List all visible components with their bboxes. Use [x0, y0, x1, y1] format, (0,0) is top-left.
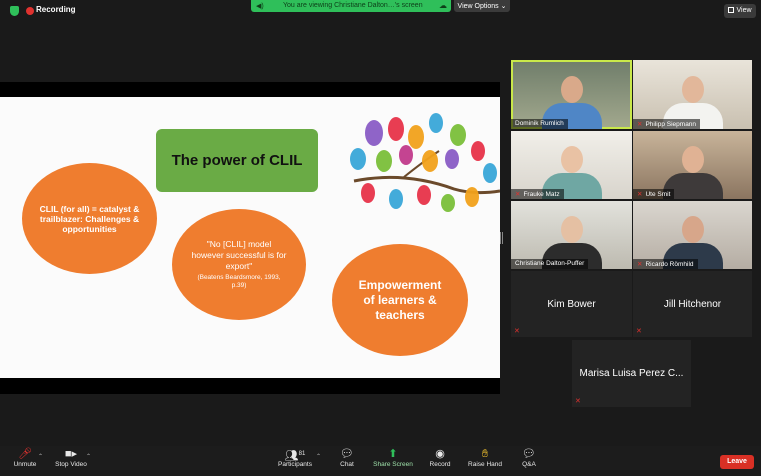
- audio-options-chevron-icon[interactable]: ⌃: [38, 453, 43, 460]
- record-label: Record: [429, 461, 451, 468]
- share-screen-icon: ⬆: [388, 448, 398, 460]
- record-icon: ◉: [435, 448, 445, 460]
- participant-name: Kim Bower: [547, 298, 596, 310]
- speaker-icon: ◀): [256, 3, 264, 10]
- participants-icon: 👥︎81: [284, 450, 306, 462]
- participant-tile[interactable]: ✕ Philipp Siepmann: [633, 60, 752, 129]
- mic-muted-icon: ✕: [514, 328, 520, 335]
- raise-hand-button[interactable]: ✋︎ Raise Hand: [466, 448, 504, 468]
- participant-head: [681, 76, 704, 103]
- stop-video-button[interactable]: ■▸ Stop Video: [52, 448, 90, 468]
- participant-head: [681, 216, 704, 243]
- participant-name: ✕ Philipp Siepmann: [633, 119, 701, 129]
- recording-icon: [26, 7, 34, 15]
- oval-clil-catalyst: CLIL (for all) = catalyst & trailblazer:…: [22, 163, 157, 274]
- security-shield-icon[interactable]: [10, 6, 19, 16]
- participant-head: [560, 216, 583, 243]
- participant-name: Dominik Rumlich: [511, 119, 568, 129]
- oval-quote: "No [CLIL] model however successful is f…: [172, 209, 306, 320]
- oval-empowerment-text: Empowerment of learners & teachers: [358, 277, 442, 322]
- participant-tile[interactable]: Kim Bower ✕: [511, 271, 632, 337]
- view-button[interactable]: View: [724, 4, 756, 18]
- hands-tree-illustration: [350, 113, 500, 212]
- mic-muted-icon: ✕: [636, 328, 642, 335]
- meeting-toolbar: 🎤︎ Unmute ⌃ ■▸ Stop Video ⌃ 👥︎81 Partici…: [0, 446, 761, 476]
- participant-tile[interactable]: ✕ Ute Smit: [633, 131, 752, 199]
- participant-tile[interactable]: Jill Hitchenor ✕: [633, 271, 752, 337]
- qa-label: Q&A: [522, 461, 536, 468]
- unmute-button[interactable]: 🎤︎ Unmute: [10, 448, 40, 468]
- participant-head: [560, 76, 583, 103]
- participant-name: ✕ Ricardo Römhild: [633, 259, 698, 269]
- grid-view-icon: [728, 7, 735, 13]
- participant-name: Marisa Luisa Perez C...: [579, 368, 684, 379]
- record-button[interactable]: ◉ Record: [426, 448, 454, 468]
- participant-head: [681, 146, 704, 173]
- top-bar: Recording ◀) You are viewing Christiane …: [0, 0, 761, 22]
- participant-tile[interactable]: ✕ Frauke Matz: [511, 131, 632, 199]
- participant-tile[interactable]: Dominik Rumlich: [511, 60, 632, 129]
- participant-name: ✕ Ute Smit: [633, 189, 675, 199]
- mic-muted-icon: ✕: [515, 191, 521, 198]
- video-options-chevron-icon[interactable]: ⌃: [86, 453, 91, 460]
- recording-label: Recording: [36, 5, 76, 14]
- participants-label: Participants: [278, 461, 312, 468]
- share-screen-label: Share Screen: [373, 461, 413, 468]
- participant-name: Christiane Dalton-Puffer: [511, 259, 589, 269]
- video-camera-icon: ■▸: [64, 448, 78, 460]
- oval-empowerment: Empowerment of learners & teachers: [332, 244, 468, 356]
- screen-share-banner: ◀) You are viewing Christiane Dalton…'s …: [251, 0, 451, 12]
- raise-hand-icon: ✋︎: [481, 448, 489, 460]
- qa-icon: 💬︎: [522, 448, 536, 460]
- mic-muted-icon: ✕: [637, 191, 643, 198]
- chat-button[interactable]: 💬︎ Chat: [334, 448, 360, 468]
- mic-muted-icon: 🎤︎: [18, 448, 32, 460]
- chat-bubble-icon: 💬︎: [340, 448, 354, 460]
- participant-count: 81: [298, 451, 306, 457]
- participant-tile[interactable]: Marisa Luisa Perez C... ✕: [572, 340, 691, 407]
- participants-options-chevron-icon[interactable]: ⌃: [316, 453, 321, 460]
- panel-resize-handle[interactable]: [500, 232, 503, 244]
- participants-button[interactable]: 👥︎81 Participants: [275, 448, 315, 468]
- oval-quote-citation: (Beatens Beardsmore, 1993, p.39): [197, 274, 281, 289]
- view-options-button[interactable]: View Options ⌄: [454, 0, 510, 12]
- unmute-label: Unmute: [13, 461, 37, 468]
- oval-clil-catalyst-text: CLIL (for all) = catalyst & trailblazer:…: [39, 203, 140, 234]
- stop-video-label: Stop Video: [55, 461, 87, 468]
- raise-hand-label: Raise Hand: [468, 461, 502, 468]
- chat-label: Chat: [340, 461, 354, 468]
- cloud-icon: ☁: [439, 1, 447, 10]
- view-label: View: [736, 7, 752, 14]
- participant-name: ✕ Frauke Matz: [511, 189, 564, 199]
- participant-head: [560, 146, 583, 173]
- share-screen-button[interactable]: ⬆ Share Screen: [370, 448, 416, 468]
- share-banner-text: You are viewing Christiane Dalton…'s scr…: [283, 2, 423, 9]
- oval-quote-text: "No [CLIL] model however successful is f…: [191, 239, 287, 271]
- qa-button[interactable]: 💬︎ Q&A: [518, 448, 540, 468]
- presentation-slide: The power of CLIL CLIL (for all) = catal…: [0, 97, 500, 378]
- mic-muted-icon: ✕: [637, 121, 643, 128]
- participant-tile[interactable]: ✕ Ricardo Römhild: [633, 201, 752, 269]
- leave-button[interactable]: Leave: [720, 455, 754, 469]
- mic-muted-icon: ✕: [637, 261, 643, 268]
- participant-name: Jill Hitchenor: [663, 298, 722, 310]
- participant-tile[interactable]: Christiane Dalton-Puffer: [511, 201, 632, 269]
- slide-title-box: The power of CLIL: [156, 129, 318, 192]
- mic-muted-icon: ✕: [575, 398, 581, 405]
